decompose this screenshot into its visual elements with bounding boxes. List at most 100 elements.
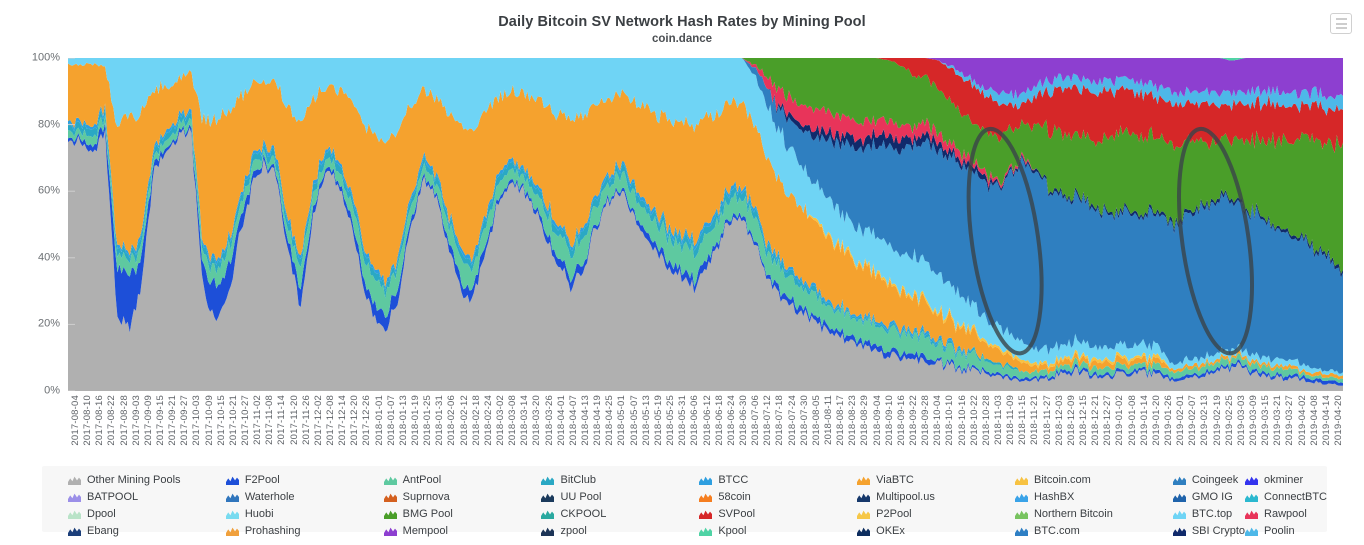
chart-page: Daily Bitcoin SV Network Hash Rates by M… bbox=[0, 0, 1364, 545]
x-axis-label: 2018-10-28 bbox=[980, 395, 992, 446]
legend-item[interactable]: zpool bbox=[541, 523, 699, 540]
legend-item[interactable]: BTCC bbox=[699, 472, 857, 489]
x-axis-label: 2017-08-04 bbox=[70, 395, 81, 446]
legend-item[interactable]: BTC.top bbox=[1172, 506, 1245, 523]
legend-item[interactable]: Multipool.us bbox=[857, 489, 1015, 506]
legend-item[interactable]: SBI Crypto bbox=[1172, 523, 1245, 540]
legend-area-icon bbox=[383, 510, 397, 519]
y-axis-label: 40% bbox=[37, 251, 60, 264]
x-axis-label: 2017-12-14 bbox=[337, 395, 349, 446]
x-axis-label: 2018-02-12 bbox=[458, 395, 470, 446]
x-axis-label: 2019-01-26 bbox=[1162, 395, 1174, 446]
legend-item-label: Other Mining Pools bbox=[87, 474, 181, 486]
x-axis-label: 2017-12-08 bbox=[325, 395, 337, 446]
x-axis-label: 2019-01-20 bbox=[1150, 395, 1162, 446]
x-axis-label: 2018-12-03 bbox=[1053, 395, 1065, 446]
x-axis-label: 2017-09-03 bbox=[130, 395, 142, 446]
legend-item-label: UU Pool bbox=[560, 491, 602, 503]
legend-item-label: SVPool bbox=[718, 508, 756, 520]
legend-area-icon bbox=[1172, 510, 1186, 519]
legend-item[interactable]: CKPOOL bbox=[541, 506, 699, 523]
legend-item[interactable]: Mempool bbox=[383, 523, 542, 540]
x-axis-label: 2018-12-27 bbox=[1102, 395, 1114, 446]
legend-item[interactable]: Other Mining Pools bbox=[68, 472, 226, 489]
x-axis-label: 2018-11-09 bbox=[1005, 395, 1017, 445]
x-axis-label: 2017-11-26 bbox=[300, 395, 312, 445]
x-axis-label: 2017-09-09 bbox=[142, 395, 154, 446]
legend-item[interactable]: ViaBTC bbox=[857, 472, 1015, 489]
legend-item[interactable]: BTC.com bbox=[1014, 523, 1173, 540]
legend-item[interactable]: BMG Pool bbox=[383, 506, 542, 523]
x-axis-label: 2018-03-14 bbox=[519, 395, 531, 446]
legend-item[interactable]: Dpool bbox=[68, 506, 226, 523]
legend-item-label: okminer bbox=[1264, 474, 1304, 486]
legend-item[interactable]: HashBX bbox=[1014, 489, 1173, 506]
legend-item[interactable]: Rawpool bbox=[1245, 506, 1327, 523]
legend-item[interactable]: Poolin bbox=[1245, 523, 1327, 540]
legend-item-label: GMO IG bbox=[1191, 491, 1233, 503]
legend-item[interactable]: SVPool bbox=[699, 506, 857, 523]
x-axis-label: 2018-09-22 bbox=[907, 395, 919, 446]
x-axis-label: 2018-06-30 bbox=[737, 395, 749, 446]
x-axis-label: 2018-08-11 bbox=[822, 395, 834, 445]
x-axis-label: 2018-04-07 bbox=[567, 395, 579, 446]
x-axis-label: 2018-11-15 bbox=[1017, 395, 1029, 445]
legend-item-label: Multipool.us bbox=[876, 491, 935, 503]
legend-area-icon bbox=[541, 527, 555, 536]
x-axis-label: 2018-06-24 bbox=[725, 395, 737, 446]
x-axis-label: 2018-04-19 bbox=[592, 395, 604, 446]
legend-item-label: Bitcoin.com bbox=[1033, 474, 1091, 486]
legend-item[interactable]: Bitcoin.com bbox=[1014, 472, 1173, 489]
legend-item[interactable]: Ebang bbox=[68, 523, 226, 540]
legend-item-label: ViaBTC bbox=[876, 474, 914, 486]
legend-item[interactable]: UU Pool bbox=[541, 489, 699, 506]
x-axis-label: 2017-10-09 bbox=[203, 395, 215, 446]
legend-item[interactable]: Kpool bbox=[699, 523, 857, 540]
legend-item[interactable]: Waterhole bbox=[225, 489, 384, 506]
legend-item[interactable]: Suprnova bbox=[383, 489, 542, 506]
legend-item[interactable]: BATPOOL bbox=[68, 489, 226, 506]
x-axis-label: 2018-10-22 bbox=[968, 395, 980, 446]
legend-item[interactable]: Prohashing bbox=[225, 523, 384, 540]
legend-item[interactable]: GMO IG bbox=[1172, 489, 1245, 506]
x-axis-label: 2017-11-02 bbox=[252, 395, 264, 445]
x-axis-label: 2018-08-29 bbox=[859, 395, 871, 446]
x-axis-label: 2018-08-05 bbox=[810, 395, 822, 446]
stacked-area-chart[interactable] bbox=[68, 58, 1343, 391]
x-axis-label: 2019-02-25 bbox=[1223, 395, 1235, 446]
plot-area[interactable] bbox=[68, 58, 1343, 391]
legend-item-label: Coingeek bbox=[1191, 474, 1239, 486]
x-axis-label: 2018-09-04 bbox=[871, 395, 883, 446]
legend-item-label: Poolin bbox=[1264, 525, 1295, 537]
legend-item[interactable]: ConnectBTC bbox=[1245, 489, 1327, 506]
legend-grid: Other Mining Pools BATPOOL Dpool Ebang F2Poo… bbox=[42, 472, 1327, 540]
menu-bar-3 bbox=[1335, 27, 1347, 29]
x-axis-label: 2018-12-21 bbox=[1090, 395, 1102, 446]
legend-item[interactable]: Northern Bitcoin bbox=[1014, 506, 1173, 523]
legend-area-icon bbox=[1014, 493, 1028, 502]
x-axis-label: 2018-03-08 bbox=[507, 395, 519, 446]
x-axis-label: 2017-12-26 bbox=[361, 395, 373, 446]
x-axis-label: 2017-08-10 bbox=[82, 395, 94, 446]
x-axis-label: 2019-03-09 bbox=[1247, 395, 1259, 446]
legend-item[interactable]: OKEx bbox=[857, 523, 1015, 540]
chart-subtitle: coin.dance bbox=[651, 33, 713, 45]
x-axis-label: 2018-08-23 bbox=[847, 395, 859, 446]
legend-item[interactable]: P2Pool bbox=[857, 506, 1015, 523]
x-axis-label: 2018-02-06 bbox=[446, 395, 458, 446]
legend-item[interactable]: 58coin bbox=[699, 489, 857, 506]
legend-item[interactable]: okminer bbox=[1245, 472, 1327, 489]
chart-legend[interactable]: Other Mining Pools BATPOOL Dpool Ebang F2Poo… bbox=[42, 466, 1327, 537]
y-axis-label: 20% bbox=[37, 317, 60, 330]
x-axis-label: 2018-04-13 bbox=[580, 395, 592, 446]
legend-item[interactable]: AntPool bbox=[383, 472, 542, 489]
x-axis-label: 2018-01-13 bbox=[397, 395, 409, 446]
legend-area-icon bbox=[68, 510, 81, 519]
legend-item[interactable]: Coingeek bbox=[1172, 472, 1245, 489]
x-axis-label: 2018-09-16 bbox=[895, 395, 907, 446]
legend-item[interactable]: F2Pool bbox=[225, 472, 384, 489]
hamburger-menu-icon[interactable] bbox=[1330, 13, 1352, 34]
legend-item[interactable]: Huobi bbox=[225, 506, 384, 523]
legend-item[interactable]: BitClub bbox=[541, 472, 699, 489]
x-axis-label: 2018-07-18 bbox=[774, 395, 786, 446]
